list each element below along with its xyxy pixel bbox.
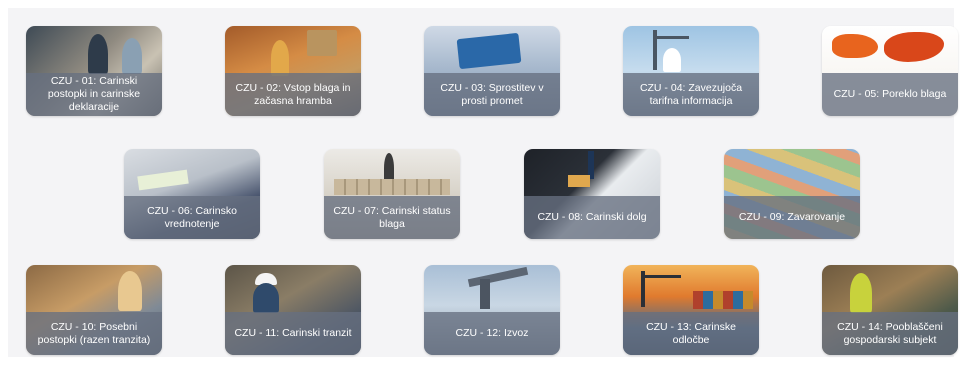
tile-label: CZU - 11: Carinski tranzit: [234, 327, 352, 339]
tile-label: CZU - 03: Sprostitev v prosti promet: [440, 81, 544, 107]
tile-label: CZU - 14: Pooblaščeni gospodarski subjek…: [837, 320, 943, 346]
tile-czu-02[interactable]: CZU - 02: Vstop blaga in začasna hramba: [225, 26, 361, 116]
tile-czu-03[interactable]: CZU - 03: Sprostitev v prosti promet: [424, 26, 560, 116]
tile-label: CZU - 08: Carinski dolg: [537, 211, 647, 223]
tile-label: CZU - 12: Izvoz: [455, 327, 529, 339]
tile-czu-12[interactable]: CZU - 12: Izvoz: [424, 265, 560, 355]
module-grid: CZU - 01: Carinski postopki in carinske …: [8, 8, 958, 357]
tile-czu-13[interactable]: CZU - 13: Carinske odločbe: [623, 265, 759, 355]
tile-czu-09[interactable]: CZU - 09: Zavarovanje: [724, 149, 860, 239]
tile-label: CZU - 02: Vstop blaga in začasna hramba: [235, 81, 351, 107]
tile-czu-07[interactable]: CZU - 07: Carinski status blaga: [324, 149, 460, 239]
tile-label: CZU - 05: Poreklo blaga: [833, 88, 947, 100]
tile-czu-04[interactable]: CZU - 04: Zavezujoča tarifna informacija: [623, 26, 759, 116]
tile-label: CZU - 09: Zavarovanje: [738, 211, 846, 223]
tile-czu-10[interactable]: CZU - 10: Posebni postopki (razen tranzi…: [26, 265, 162, 355]
tile-label: CZU - 04: Zavezujoča tarifna informacija: [639, 81, 743, 107]
tile-czu-05[interactable]: CZU - 05: Poreklo blaga: [822, 26, 958, 116]
tile-label: CZU - 06: Carinsko vrednotenje: [147, 204, 237, 230]
tile-label: CZU - 13: Carinske odločbe: [646, 320, 736, 346]
tile-czu-08[interactable]: CZU - 08: Carinski dolg: [524, 149, 660, 239]
tile-label: CZU - 10: Posebni postopki (razen tranzi…: [37, 320, 151, 346]
tile-czu-11[interactable]: CZU - 11: Carinski tranzit: [225, 265, 361, 355]
tile-czu-01[interactable]: CZU - 01: Carinski postopki in carinske …: [26, 26, 162, 116]
tile-czu-06[interactable]: CZU - 06: Carinsko vrednotenje: [124, 149, 260, 239]
tile-czu-14[interactable]: CZU - 14: Pooblaščeni gospodarski subjek…: [822, 265, 958, 355]
tile-label: CZU - 07: Carinski status blaga: [333, 204, 451, 230]
tile-label: CZU - 01: Carinski postopki in carinske …: [47, 75, 141, 113]
